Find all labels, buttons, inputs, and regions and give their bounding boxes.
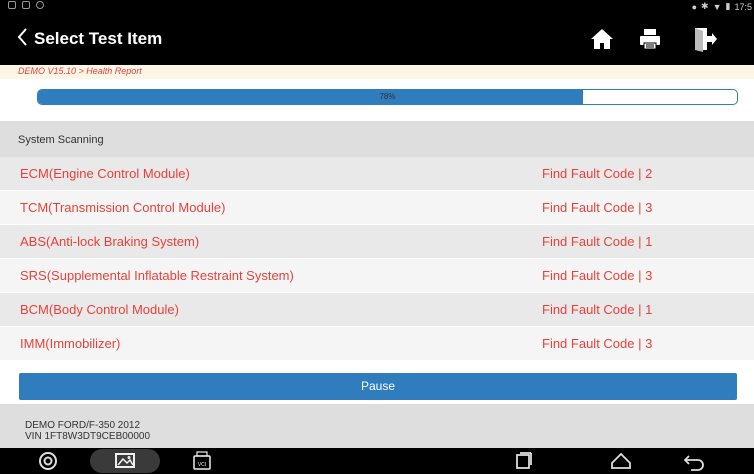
clock: 17:5	[734, 1, 752, 12]
page-title: Select Test Item	[34, 29, 163, 48]
vehicle-info: DEMO FORD/F-350 2012 VIN 1FT8W3DT9CEB000…	[0, 404, 754, 448]
module-row[interactable]: ABS(Anti-lock Braking System) Find Fault …	[0, 225, 754, 259]
vci-icon[interactable]: VCI	[191, 451, 213, 471]
fault-status: Find Fault Code | 3	[542, 336, 653, 351]
bluetooth-icon: ✱	[701, 1, 709, 11]
printer-icon[interactable]	[636, 25, 664, 53]
status-bar: ● ✱ ▼ ▮ 17:5	[0, 0, 754, 14]
scan-progress-bar: 78%	[37, 89, 738, 105]
module-row[interactable]: TCM(Transmission Control Module) Find Fau…	[0, 191, 754, 225]
back-chevron-icon[interactable]	[16, 26, 28, 53]
location-icon: ●	[691, 1, 698, 12]
notification-icon	[8, 1, 16, 9]
progress-label: 78%	[379, 92, 396, 101]
vci-label: VCI	[198, 462, 206, 468]
module-row[interactable]: IMM(Immobilizer) Find Fault Code | 3	[0, 327, 754, 361]
app-launcher-icon[interactable]	[37, 451, 59, 471]
fault-status: Find Fault Code | 1	[542, 234, 653, 249]
breadcrumb: DEMO V15.10 > Health Report	[0, 65, 754, 79]
module-row[interactable]: ECM(Engine Control Module) Find Fault Cod…	[0, 157, 754, 191]
wifi-icon: ▼	[712, 1, 722, 12]
module-name: ABS(Anti-lock Braking System)	[20, 234, 200, 249]
module-list: ECM(Engine Control Module) Find Fault Cod…	[0, 157, 754, 361]
vehicle-model: DEMO FORD/F-350 2012	[25, 420, 141, 431]
module-name: IMM(Immobilizer)	[20, 336, 121, 351]
back-nav-icon[interactable]	[683, 451, 705, 471]
module-name: SRS(Supplemental Inflatable Restraint Sy…	[20, 268, 294, 283]
home-icon[interactable]	[588, 25, 616, 53]
app-header: Select Test Item	[0, 14, 754, 65]
vehicle-vin: VIN 1FT8W3DT9CEB00000	[25, 431, 151, 442]
module-row[interactable]: BCM(Body Control Module) Find Fault Code …	[0, 293, 754, 327]
recent-apps-icon[interactable]	[512, 451, 534, 471]
image-notification-icon	[22, 1, 30, 9]
fault-status: Find Fault Code | 2	[542, 166, 653, 181]
system-nav-bar: VCI	[0, 448, 754, 474]
sync-icon	[36, 1, 44, 9]
module-name: ECM(Engine Control Module)	[20, 166, 190, 181]
module-row[interactable]: SRS(Supplemental Inflatable Restraint Sy…	[0, 259, 754, 293]
battery-icon: ▮	[725, 1, 731, 11]
exit-icon[interactable]	[690, 25, 718, 53]
progress-area: 78%	[0, 79, 754, 120]
fault-status: Find Fault Code | 1	[542, 302, 653, 317]
fault-status: Find Fault Code | 3	[542, 200, 653, 215]
module-name: BCM(Body Control Module)	[20, 302, 179, 317]
home-nav-icon[interactable]	[610, 451, 632, 471]
gallery-pill[interactable]	[90, 449, 160, 473]
section-title: System Scanning	[0, 121, 754, 157]
pause-button[interactable]: Pause	[19, 373, 737, 400]
fault-status: Find Fault Code | 3	[542, 268, 653, 283]
module-name: TCM(Transmission Control Module)	[20, 200, 226, 215]
